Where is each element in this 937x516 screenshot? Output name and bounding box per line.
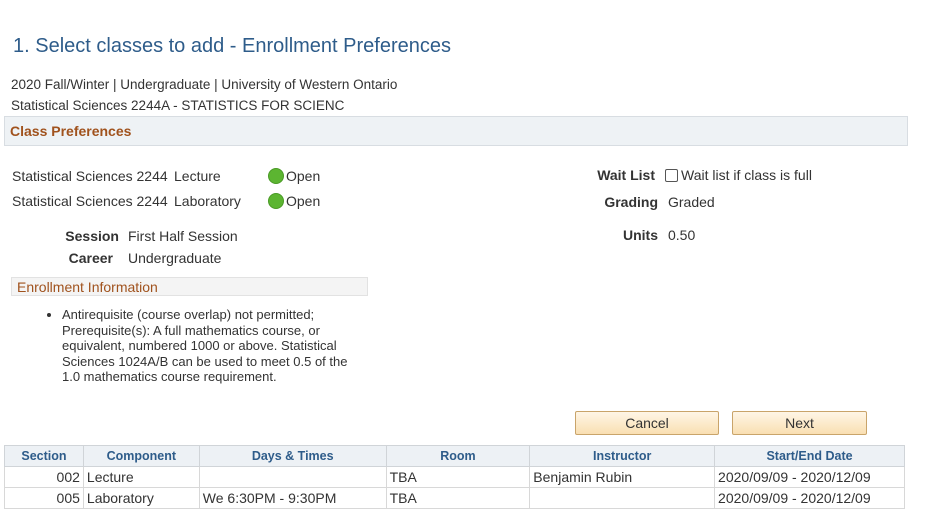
class-preferences-header: Class Preferences	[4, 116, 908, 146]
waitlist-label: Wait List	[597, 167, 655, 183]
enrollment-note: Antirequisite (course overlap) not permi…	[62, 307, 361, 385]
enrollment-info-header: Enrollment Information	[11, 277, 368, 296]
status-label: Open	[286, 193, 321, 209]
dates-cell: 2020/09/09 - 2020/12/09	[714, 487, 905, 509]
section-cell: 002	[4, 466, 84, 488]
next-button[interactable]: Next	[732, 411, 867, 435]
open-status-icon	[268, 193, 284, 209]
waitlist-checkbox-label[interactable]: Wait list if class is full	[681, 167, 812, 183]
room-cell: TBA	[385, 487, 531, 509]
column-header-instructor: Instructor	[529, 445, 716, 467]
class-status: Open	[268, 193, 320, 209]
column-header-room: Room	[385, 445, 531, 467]
column-header-component: Component	[82, 445, 200, 467]
column-header-days-times: Days & Times	[198, 445, 387, 467]
table-row: 002 Lecture TBA Benjamin Rubin 2020/09/0…	[4, 466, 905, 488]
component-cell: Lecture	[82, 466, 200, 488]
column-header-section: Section	[4, 445, 84, 467]
days-times-cell	[198, 466, 387, 488]
class-course-name: Statistical Sciences 2244	[12, 193, 168, 209]
status-label: Open	[286, 168, 321, 184]
units-value: 0.50	[668, 227, 696, 243]
career-value: Undergraduate	[128, 250, 222, 266]
instructor-cell: Benjamin Rubin	[529, 466, 716, 488]
days-times-cell: We 6:30PM - 9:30PM	[198, 487, 387, 509]
table-row: 005 Laboratory We 6:30PM - 9:30PM TBA 20…	[4, 487, 905, 509]
table-header-row: Section Component Days & Times Room Inst…	[4, 445, 905, 467]
class-schedule-table: Section Component Days & Times Room Inst…	[4, 445, 905, 509]
class-course-name: Statistical Sciences 2244	[12, 168, 168, 184]
career-label: Career	[68, 250, 113, 266]
checkbox-icon[interactable]	[665, 169, 678, 182]
session-label: Session	[65, 228, 119, 244]
component-cell: Laboratory	[82, 487, 200, 509]
open-status-icon	[268, 168, 284, 184]
grading-label: Grading	[604, 194, 658, 210]
enrollment-info-title: Enrollment Information	[17, 279, 158, 295]
class-status: Open	[268, 168, 320, 184]
session-value: First Half Session	[128, 228, 238, 244]
course-line: Statistical Sciences 2244A - STATISTICS …	[11, 98, 345, 113]
waitlist-checkbox[interactable]: Wait list if class is full	[665, 167, 812, 183]
enrollment-notes: Antirequisite (course overlap) not permi…	[46, 307, 361, 385]
section-cell: 005	[4, 487, 84, 509]
class-component: Laboratory	[174, 193, 241, 209]
room-cell: TBA	[385, 466, 531, 488]
page-title: 1. Select classes to add - Enrollment Pr…	[13, 35, 451, 57]
term-line: 2020 Fall/Winter | Undergraduate | Unive…	[11, 77, 398, 92]
instructor-cell	[529, 487, 716, 509]
section-title: Class Preferences	[10, 123, 132, 139]
units-label: Units	[623, 227, 658, 243]
column-header-dates: Start/End Date	[714, 445, 905, 467]
cancel-button[interactable]: Cancel	[575, 411, 719, 435]
grading-value: Graded	[668, 194, 715, 210]
dates-cell: 2020/09/09 - 2020/12/09	[714, 466, 905, 488]
class-component: Lecture	[174, 168, 221, 184]
